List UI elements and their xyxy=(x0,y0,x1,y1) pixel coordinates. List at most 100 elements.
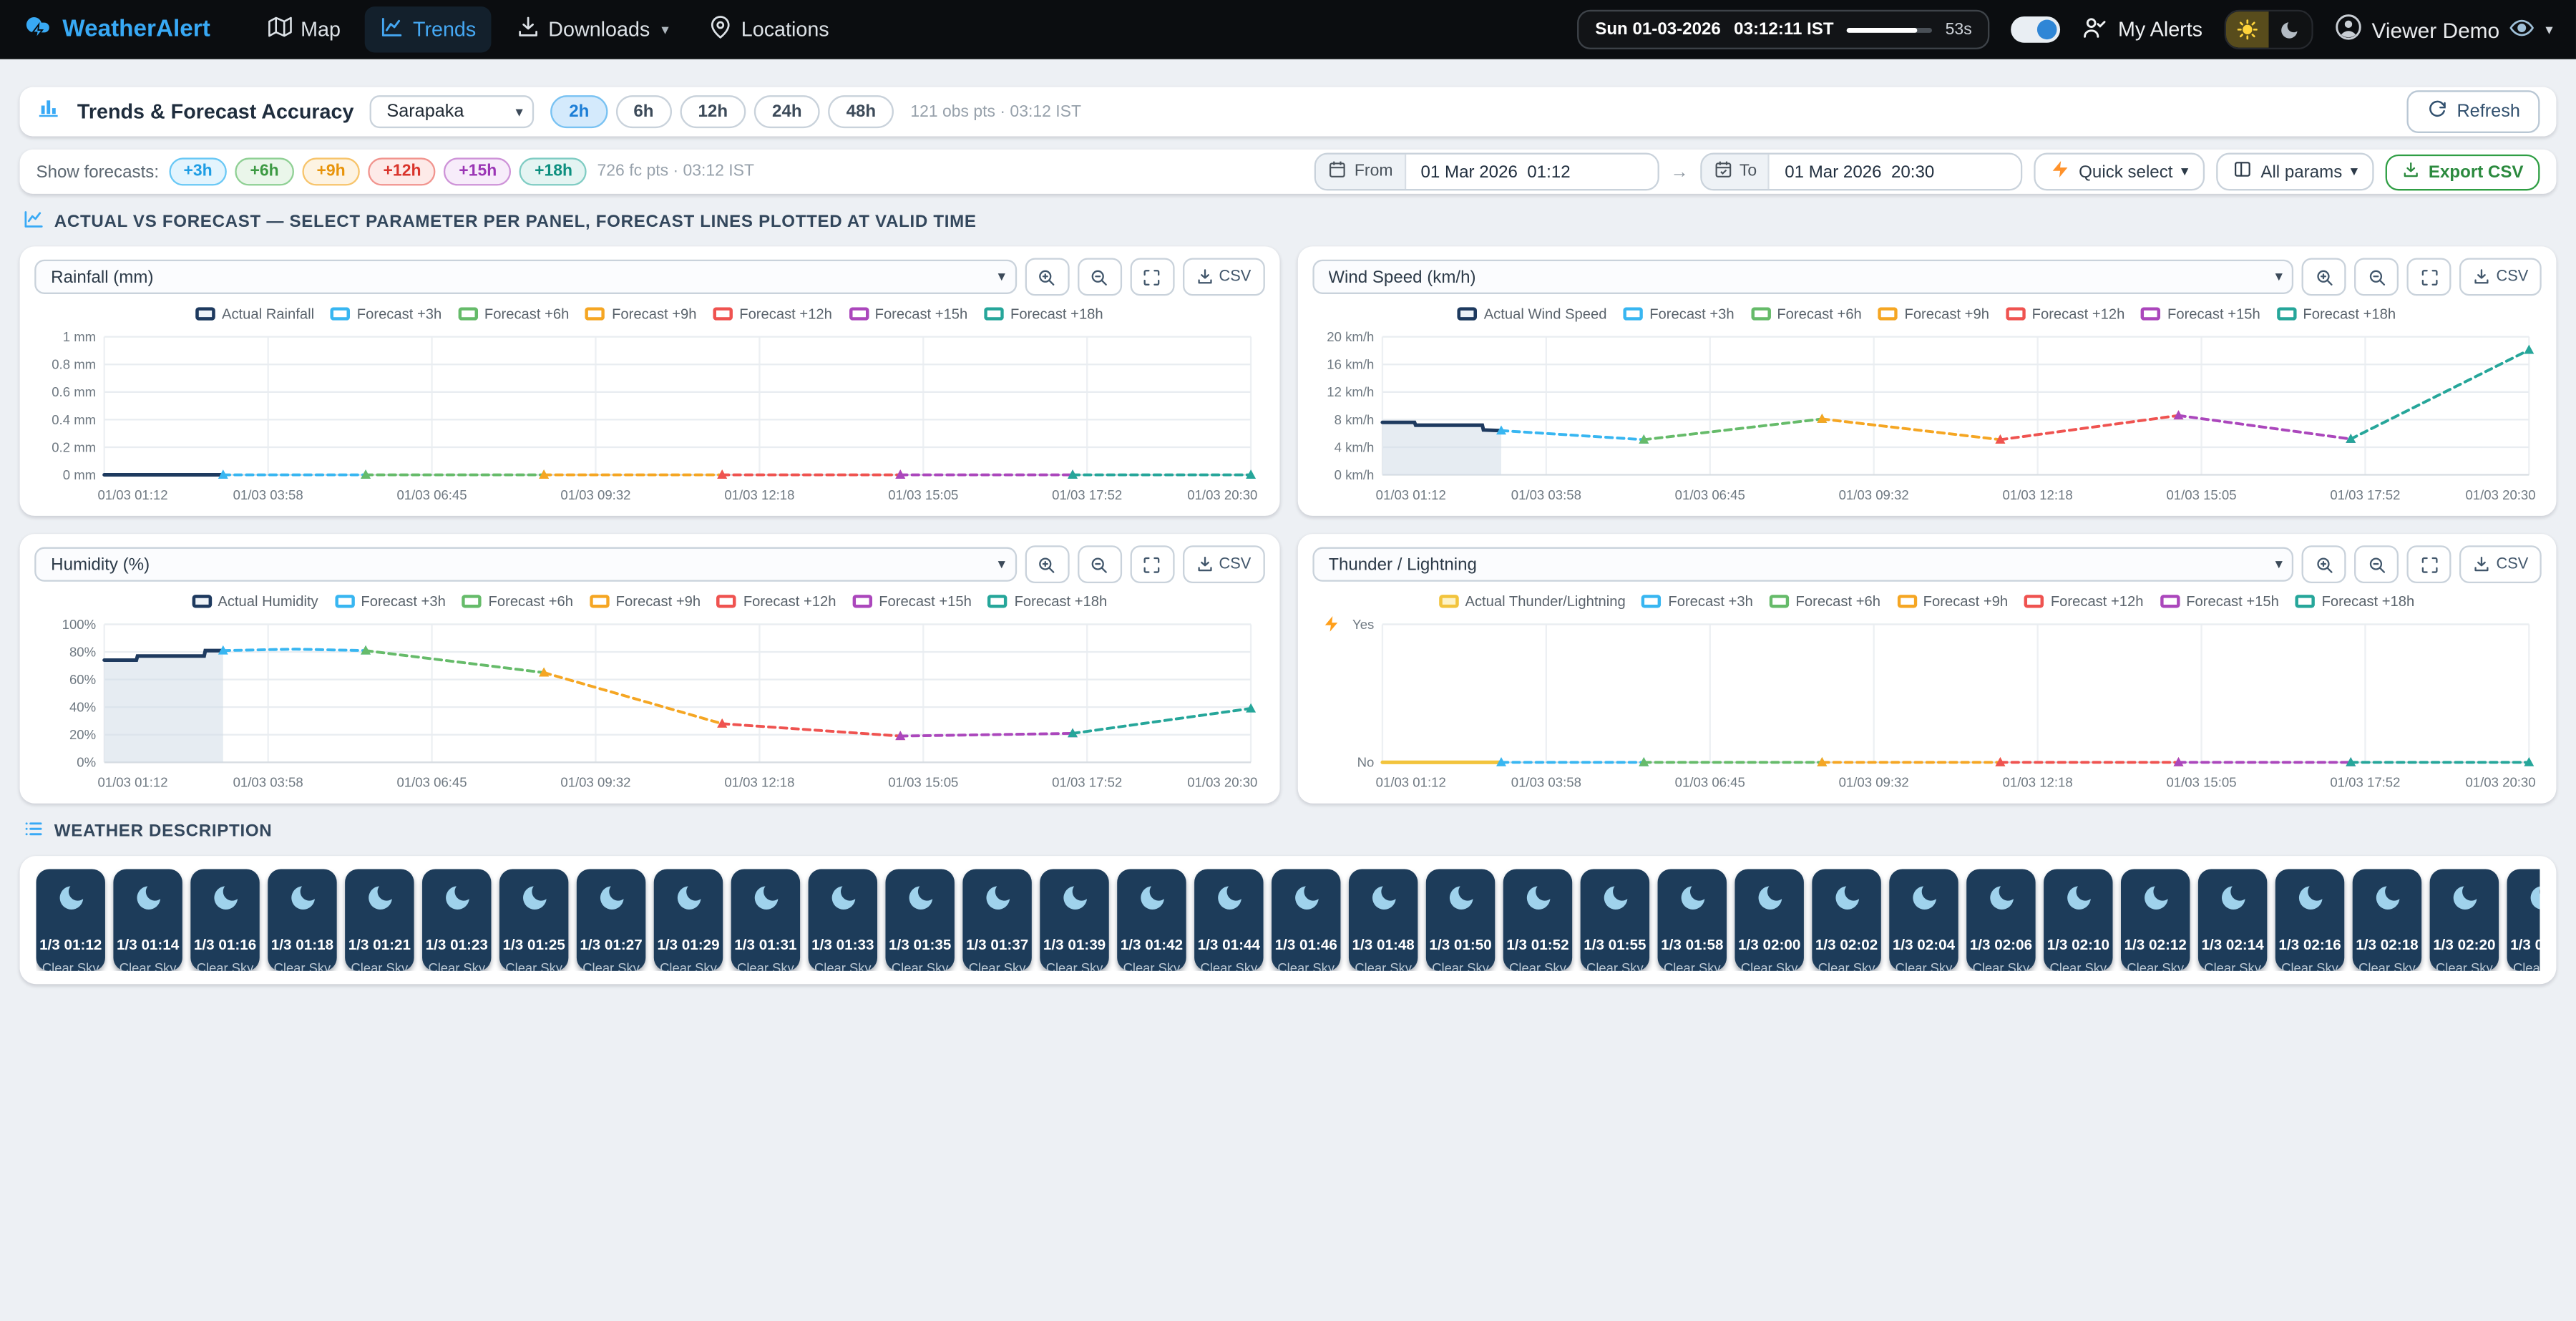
forecast-badge-+3h[interactable]: +3h xyxy=(169,157,228,185)
legend-item[interactable]: Forecast +3h xyxy=(1623,306,1734,322)
legend-item[interactable]: Forecast +9h xyxy=(585,306,696,322)
zoom-out-button[interactable] xyxy=(1078,258,1122,296)
chart-canvas[interactable]: 01/03 01:1201/03 03:5801/03 06:4501/03 0… xyxy=(34,326,1264,510)
parameter-select[interactable]: Humidity (%) xyxy=(34,547,1017,582)
legend-item[interactable]: Actual Humidity xyxy=(192,593,318,610)
auto-refresh-toggle[interactable] xyxy=(2011,16,2061,43)
chart-canvas[interactable]: 01/03 01:1201/03 03:5801/03 06:4501/03 0… xyxy=(34,613,1264,796)
parameter-select[interactable]: Thunder / Lightning xyxy=(1312,547,2294,582)
csv-download-button[interactable]: CSV xyxy=(2460,545,2542,583)
to-date-input[interactable] xyxy=(1770,155,2021,189)
legend-item[interactable]: Forecast +18h xyxy=(2296,593,2414,610)
zoom-in-button[interactable] xyxy=(1025,545,1070,583)
weather-card: 1/3 02:00 Clear Sky xyxy=(1735,869,1803,971)
legend-item[interactable]: Forecast +15h xyxy=(2160,593,2278,610)
nav-item-map[interactable]: Map xyxy=(253,6,356,52)
panel-header: Thunder / Lightning CSV xyxy=(1312,545,2541,583)
svg-text:01/03 06:45: 01/03 06:45 xyxy=(396,487,467,502)
nav-item-trends[interactable]: Trends xyxy=(365,6,491,52)
csv-download-button[interactable]: CSV xyxy=(1183,258,1264,296)
legend-item[interactable]: Forecast +15h xyxy=(849,306,967,322)
forecast-badge-+12h[interactable]: +12h xyxy=(369,157,436,185)
navbar-right: Sun 01-03-2026 03:12:11 IST 53s My Alert… xyxy=(1577,10,2553,49)
csv-download-button[interactable]: CSV xyxy=(2460,258,2542,296)
window-pill-48h[interactable]: 48h xyxy=(828,95,894,128)
legend-item[interactable]: Forecast +3h xyxy=(1642,593,1753,610)
legend-item[interactable]: Forecast +3h xyxy=(331,306,441,322)
fullscreen-button[interactable] xyxy=(2408,545,2452,583)
legend-item[interactable]: Forecast +18h xyxy=(988,593,1107,610)
weather-card-condition: Clear Sky xyxy=(1741,961,1798,971)
dark-theme-button[interactable] xyxy=(2268,11,2311,48)
window-pill-6h[interactable]: 6h xyxy=(615,95,672,128)
weather-card-condition: Clear Sky xyxy=(969,961,1026,971)
svg-text:0 km/h: 0 km/h xyxy=(1333,467,1373,482)
legend-item[interactable]: Forecast +15h xyxy=(852,593,971,610)
legend-item[interactable]: Forecast +6h xyxy=(462,593,573,610)
weather-card-time: 1/3 02:22 xyxy=(2510,937,2540,953)
chevron-down-icon: ▾ xyxy=(2181,162,2188,180)
forecast-badges: +3h+6h +9h +12h +15h+18h xyxy=(169,157,587,185)
legend-item[interactable]: Forecast +18h xyxy=(2277,306,2396,322)
all-params-button[interactable]: All params ▾ xyxy=(2216,153,2374,191)
zoom-out-button[interactable] xyxy=(2355,258,2399,296)
light-theme-button[interactable] xyxy=(2225,11,2268,48)
weather-cards-strip[interactable]: 1/3 01:12 Clear Sky 1/3 01:14 Clear Sky … xyxy=(36,869,2540,971)
legend-item[interactable]: Forecast +9h xyxy=(590,593,701,610)
legend-item[interactable]: Actual Thunder/Lightning xyxy=(1439,593,1626,610)
zoom-in-button[interactable] xyxy=(2303,545,2347,583)
chart-canvas[interactable]: 01/03 01:1201/03 03:5801/03 06:4501/03 0… xyxy=(1312,613,2541,796)
legend-item[interactable]: Forecast +3h xyxy=(335,593,446,610)
station-select[interactable]: Sarapaka xyxy=(370,95,535,128)
to-label: To xyxy=(1702,155,1770,189)
weather-card-condition: Clear Sky xyxy=(428,961,485,971)
legend-item[interactable]: Actual Wind Speed xyxy=(1458,306,1607,322)
zoom-out-button[interactable] xyxy=(2355,545,2399,583)
from-date-input[interactable] xyxy=(1406,155,1657,189)
zoom-in-button[interactable] xyxy=(2303,258,2347,296)
legend-item[interactable]: Forecast +6h xyxy=(1770,593,1880,610)
legend-item[interactable]: Forecast +6h xyxy=(1751,306,1862,322)
legend-item[interactable]: Forecast +12h xyxy=(713,306,831,322)
csv-download-button[interactable]: CSV xyxy=(1183,545,1264,583)
zoom-out-button[interactable] xyxy=(1078,545,1122,583)
chart-canvas[interactable]: 01/03 01:1201/03 03:5801/03 06:4501/03 0… xyxy=(1312,326,2541,510)
forecast-badge-+6h[interactable]: +6h xyxy=(235,157,294,185)
legend-item[interactable]: Forecast +15h xyxy=(2141,306,2260,322)
legend-item[interactable]: Forecast +12h xyxy=(2006,306,2124,322)
forecast-badge-+9h[interactable]: +9h xyxy=(302,157,361,185)
my-alerts-button[interactable]: My Alerts xyxy=(2082,14,2203,46)
fullscreen-button[interactable] xyxy=(1130,258,1174,296)
quick-select-button[interactable]: Quick select ▾ xyxy=(2034,153,2205,191)
window-pills: 2h6h12h24h48h xyxy=(551,95,894,128)
nav-item-locations[interactable]: Locations xyxy=(693,6,844,52)
weather-card-condition: Clear Sky xyxy=(2127,961,2184,971)
weather-card-condition: Clear Sky xyxy=(42,961,99,971)
legend-item[interactable]: Forecast +12h xyxy=(2024,593,2143,610)
window-pill-2h[interactable]: 2h xyxy=(551,95,608,128)
export-csv-button[interactable]: Export CSV xyxy=(2386,154,2540,190)
trends-icon xyxy=(380,15,404,44)
legend-item[interactable]: Forecast +9h xyxy=(1878,306,1989,322)
forecast-badge-+15h[interactable]: +15h xyxy=(444,157,512,185)
refresh-button[interactable]: Refresh xyxy=(2408,90,2540,133)
user-menu[interactable]: Viewer Demo ▾ xyxy=(2334,13,2553,46)
parameter-select[interactable]: Rainfall (mm) xyxy=(34,260,1017,294)
window-pill-12h[interactable]: 12h xyxy=(680,95,746,128)
forecast-badge-+18h[interactable]: +18h xyxy=(519,157,587,185)
zoom-in-button[interactable] xyxy=(1025,258,1070,296)
line-chart-icon xyxy=(23,209,44,235)
legend-item[interactable]: Forecast +12h xyxy=(717,593,836,610)
fullscreen-button[interactable] xyxy=(2408,258,2452,296)
parameter-select[interactable]: Wind Speed (km/h) xyxy=(1312,260,2294,294)
fullscreen-button[interactable] xyxy=(1130,545,1174,583)
brand[interactable]: WeatherAlert xyxy=(23,11,210,48)
nav-item-downloads[interactable]: Downloads▾ xyxy=(501,6,684,52)
legend-item[interactable]: Actual Rainfall xyxy=(195,306,314,322)
weather-card: 1/3 01:55 Clear Sky xyxy=(1581,869,1649,971)
legend-item[interactable]: Forecast +6h xyxy=(458,306,569,322)
legend-item[interactable]: Forecast +9h xyxy=(1897,593,2008,610)
svg-text:16 km/h: 16 km/h xyxy=(1326,357,1373,372)
window-pill-24h[interactable]: 24h xyxy=(754,95,820,128)
legend-item[interactable]: Forecast +18h xyxy=(984,306,1103,322)
